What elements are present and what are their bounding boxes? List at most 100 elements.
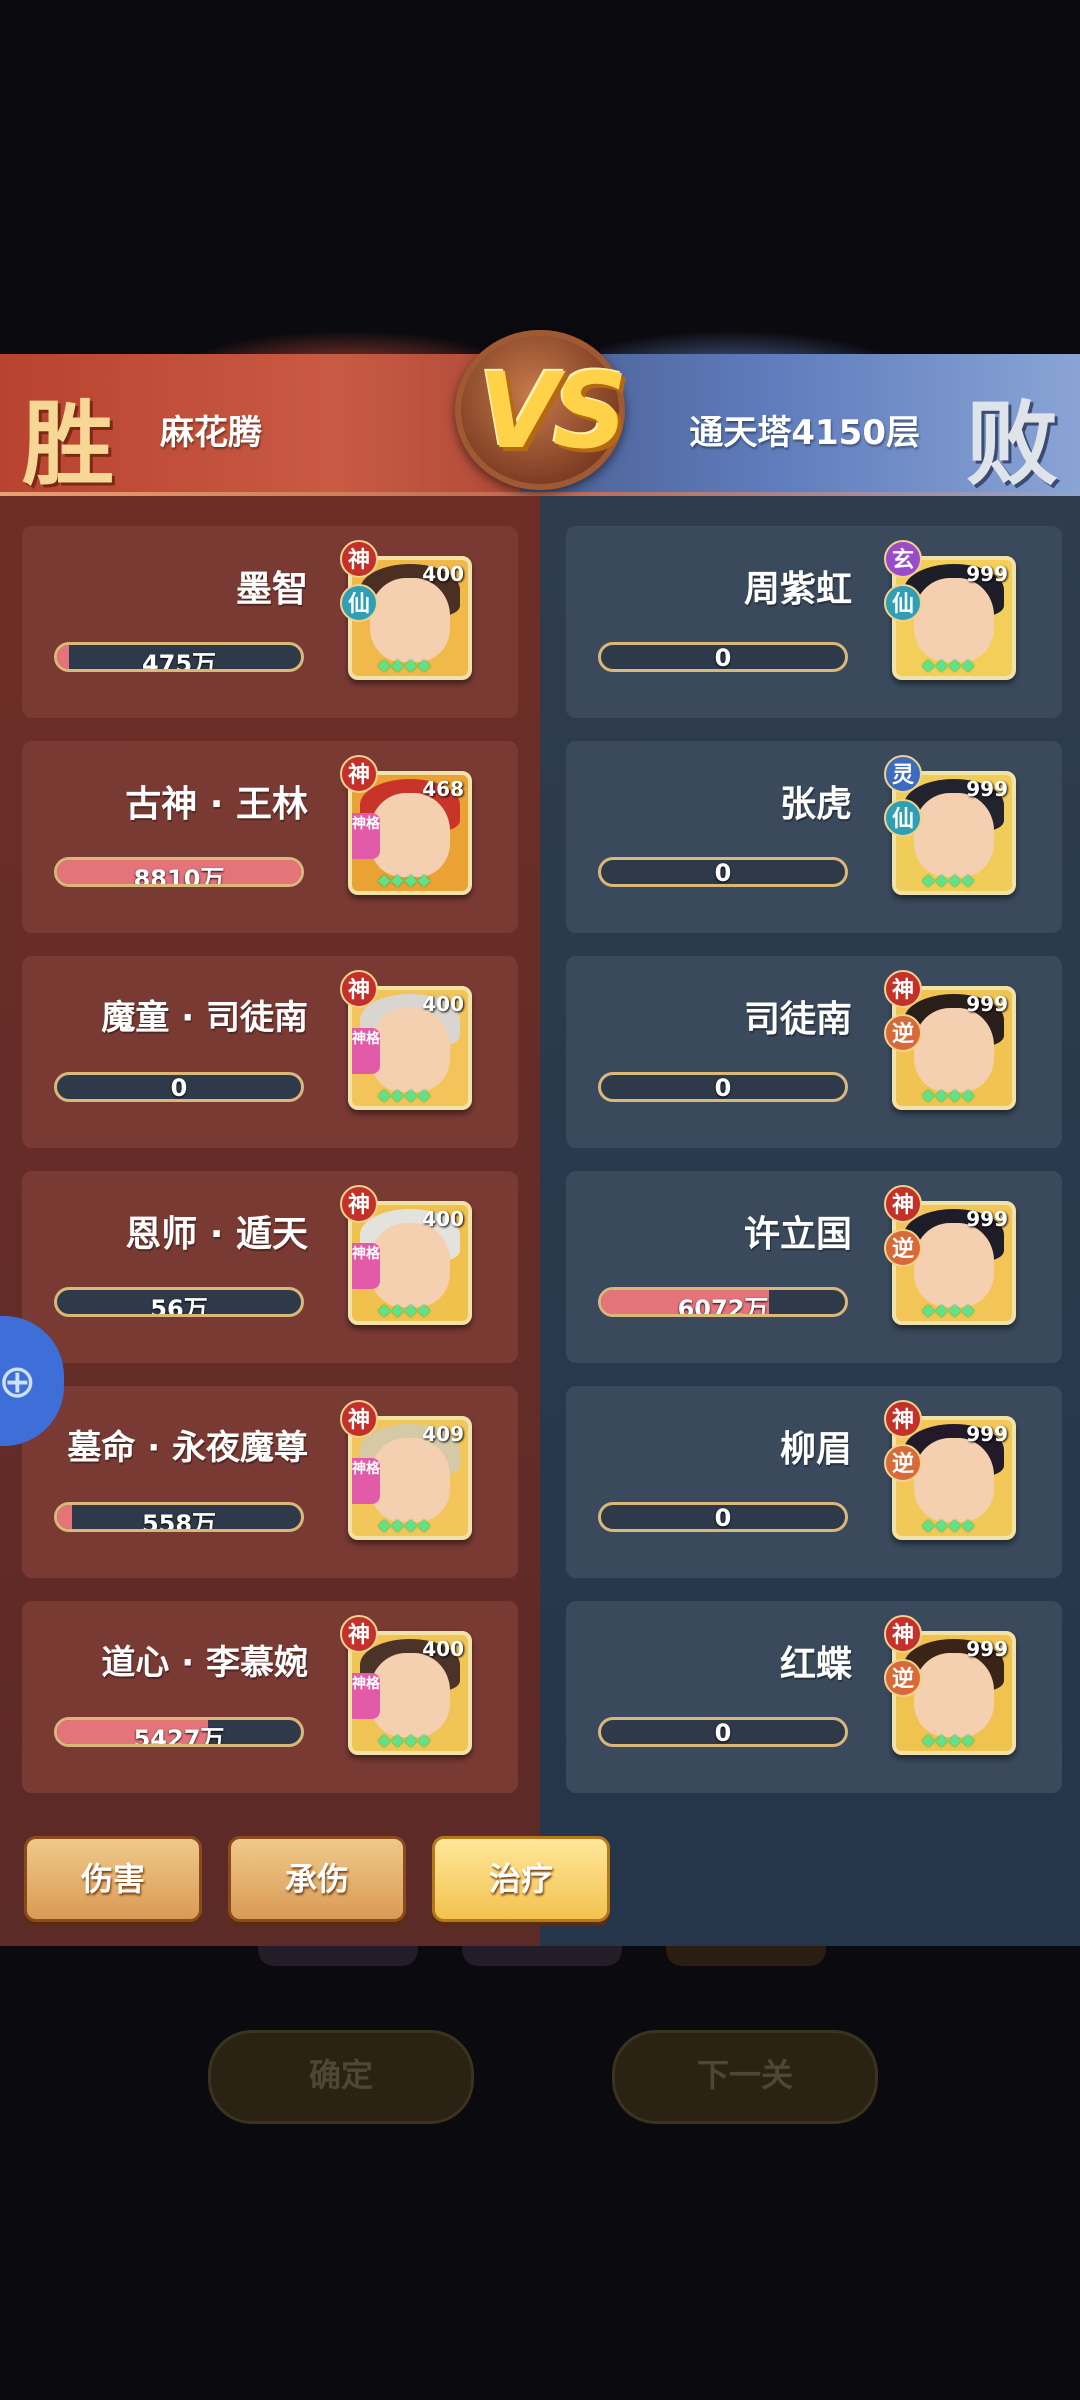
hero-name: 墓命 · 永夜魔尊 — [67, 1428, 308, 1468]
star-gems-icon: ◆◆◆◆ — [922, 1300, 976, 1319]
tab-healing[interactable]: 治疗 — [432, 1836, 610, 1922]
star-gems-icon: ◆◆◆◆ — [922, 1730, 976, 1749]
rank-badge: 神 — [884, 1615, 922, 1653]
tab-damage-taken[interactable]: 承伤 — [228, 1836, 406, 1922]
star-gems-icon: ◆◆◆◆ — [922, 655, 976, 674]
hero-face — [370, 793, 450, 877]
left-hero-card[interactable]: 魔童 · 司徒南 0 400 ◆◆◆◆ 神格 神 — [22, 956, 518, 1148]
rank-badge: 神 — [340, 1185, 378, 1223]
hero-level: 999 — [966, 1207, 1008, 1231]
stat-value: 8810万 — [133, 865, 225, 887]
stat-bar: 0 — [598, 642, 848, 672]
hero-level: 400 — [422, 1207, 464, 1231]
left-hero-card[interactable]: 墓命 · 永夜魔尊 558万 409 ◆◆◆◆ 神格 神 — [22, 1386, 518, 1578]
hero-face — [914, 1653, 994, 1737]
shenge-tag: 神格 — [352, 1028, 380, 1074]
hero-face — [370, 578, 450, 662]
stat-bar: 0 — [54, 1072, 304, 1102]
hero-face — [914, 793, 994, 877]
stat-value: 0 — [714, 1074, 732, 1102]
stat-bar: 0 — [598, 1717, 848, 1747]
stat-bar: 558万 — [54, 1502, 304, 1532]
rank-badge: 神 — [884, 1400, 922, 1438]
hero-face — [914, 1223, 994, 1307]
stat-value: 6072万 — [677, 1295, 769, 1317]
stat-value: 558万 — [141, 1510, 217, 1532]
hero-name: 柳眉 — [779, 1429, 852, 1470]
right-hero-card[interactable]: 司徒南 0 999 ◆◆◆◆ 神逆 — [566, 956, 1062, 1148]
left-hero-card[interactable]: 恩师 · 遁天 56万 400 ◆◆◆◆ 神格 神 — [22, 1171, 518, 1363]
hero-name: 红蝶 — [779, 1644, 852, 1685]
background-tab-1 — [258, 1946, 418, 1966]
left-hero-card[interactable]: 古神 · 王林 8810万 468 ◆◆◆◆ 神格 神 — [22, 741, 518, 933]
left-hero-card[interactable]: 墨智 475万 400 ◆◆◆◆ 神仙 — [22, 526, 518, 718]
hero-name: 魔童 · 司徒南 — [101, 998, 308, 1038]
stat-bar: 6072万 — [598, 1287, 848, 1317]
right-hero-card[interactable]: 柳眉 0 999 ◆◆◆◆ 神逆 — [566, 1386, 1062, 1578]
shenge-tag: 神格 — [352, 1458, 380, 1504]
hero-name: 道心 · 李慕婉 — [101, 1643, 308, 1683]
star-gems-icon: ◆◆◆◆ — [378, 1300, 432, 1319]
right-hero-card[interactable]: 许立国 6072万 999 ◆◆◆◆ 神逆 — [566, 1171, 1062, 1363]
battle-result-header: 胜 麻花腾 VS 通天塔4150层 败 — [0, 330, 1080, 498]
right-hero-card[interactable]: 张虎 0 999 ◆◆◆◆ 灵仙 — [566, 741, 1062, 933]
star-gems-icon: ◆◆◆◆ — [378, 1730, 432, 1749]
class-badge: 逆 — [884, 1014, 922, 1052]
stat-bar: 475万 — [54, 642, 304, 672]
left-hero-card[interactable]: 道心 · 李慕婉 5427万 400 ◆◆◆◆ 神格 神 — [22, 1601, 518, 1793]
rank-badge: 神 — [340, 540, 378, 578]
hero-level: 400 — [422, 992, 464, 1016]
background-tab-2 — [462, 1946, 622, 1966]
hero-level: 468 — [422, 777, 464, 801]
hero-level: 999 — [966, 992, 1008, 1016]
right-hero-card[interactable]: 周紫虹 0 999 ◆◆◆◆ 玄仙 — [566, 526, 1062, 718]
stat-bar: 0 — [598, 857, 848, 887]
star-gems-icon: ◆◆◆◆ — [378, 655, 432, 674]
hero-face — [370, 1008, 450, 1092]
hero-level: 409 — [422, 1422, 464, 1446]
hero-level: 999 — [966, 1637, 1008, 1661]
star-gems-icon: ◆◆◆◆ — [378, 870, 432, 889]
hero-name: 司徒南 — [743, 999, 852, 1040]
class-badge: 仙 — [884, 799, 922, 837]
hero-level: 999 — [966, 562, 1008, 586]
vs-label: VS — [478, 350, 627, 472]
hero-face — [914, 1438, 994, 1522]
tab-damage[interactable]: 伤害 — [24, 1836, 202, 1922]
stat-value: 0 — [714, 1719, 732, 1747]
hero-level: 400 — [422, 1637, 464, 1661]
class-badge: 逆 — [884, 1659, 922, 1697]
hero-face — [370, 1438, 450, 1522]
rank-badge: 神 — [884, 970, 922, 1008]
rank-badge: 玄 — [884, 540, 922, 578]
shenge-tag: 神格 — [352, 813, 380, 859]
stat-value: 475万 — [141, 650, 217, 672]
stat-bar: 0 — [598, 1072, 848, 1102]
shenge-tag: 神格 — [352, 1673, 380, 1719]
hero-name: 张虎 — [779, 784, 852, 825]
star-gems-icon: ◆◆◆◆ — [922, 870, 976, 889]
star-gems-icon: ◆◆◆◆ — [378, 1515, 432, 1534]
class-badge: 仙 — [340, 584, 378, 622]
confirm-button: 确定 — [208, 2030, 474, 2124]
hero-face — [914, 1008, 994, 1092]
class-badge: 逆 — [884, 1229, 922, 1267]
player-name: 麻花腾 — [160, 413, 262, 453]
hero-level: 999 — [966, 1422, 1008, 1446]
stat-value: 56万 — [150, 1295, 208, 1317]
hero-name: 墨智 — [235, 569, 308, 610]
rank-badge: 神 — [340, 970, 378, 1008]
rank-badge: 神 — [340, 1400, 378, 1438]
star-gems-icon: ◆◆◆◆ — [922, 1515, 976, 1534]
right-hero-card[interactable]: 红蝶 0 999 ◆◆◆◆ 神逆 — [566, 1601, 1062, 1793]
stat-bar: 0 — [598, 1502, 848, 1532]
win-label: 胜 — [22, 390, 115, 498]
hero-face — [914, 578, 994, 662]
class-badge: 逆 — [884, 1444, 922, 1482]
star-gems-icon: ◆◆◆◆ — [922, 1085, 976, 1104]
hero-name: 古神 · 王林 — [125, 784, 308, 825]
shenge-tag: 神格 — [352, 1243, 380, 1289]
rank-badge: 灵 — [884, 755, 922, 793]
stat-value: 5427万 — [133, 1725, 225, 1747]
hero-name: 许立国 — [743, 1214, 852, 1255]
